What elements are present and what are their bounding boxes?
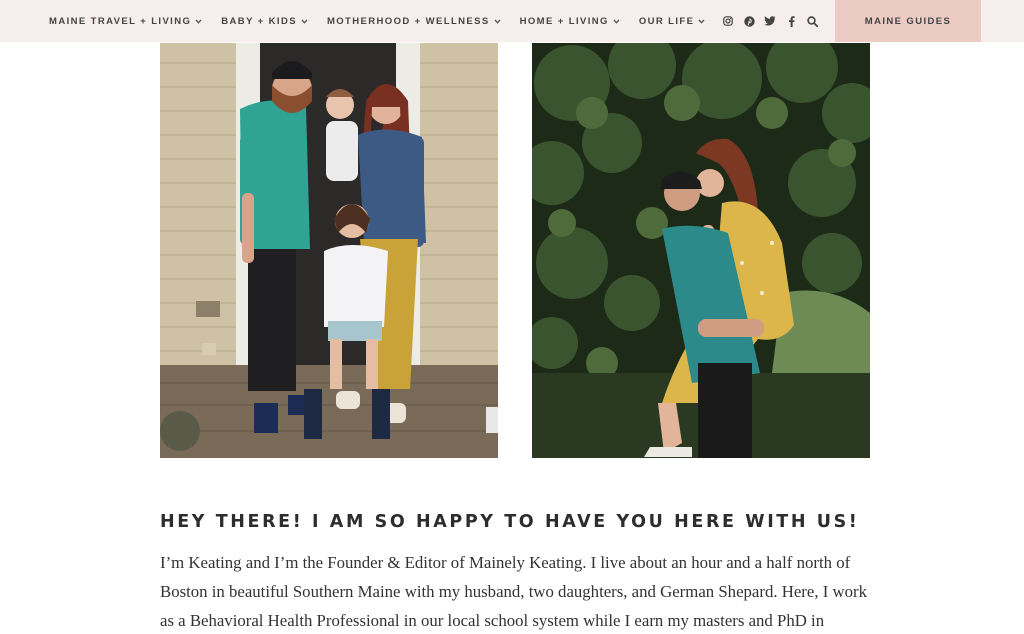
instagram-icon[interactable] (722, 15, 734, 27)
nav-item-label: MAINE TRAVEL + LIVING (49, 15, 192, 27)
maine-guides-button[interactable]: MAINE GUIDES (835, 0, 981, 42)
nav-item-label: OUR LIFE (638, 15, 695, 27)
intro-paragraph: I’m Keating and I’m the Founder & Editor… (160, 553, 868, 630)
chevron-down-icon (195, 18, 202, 25)
page-heading: HEY THERE! I AM SO HAPPY TO HAVE YOU HER… (160, 512, 860, 532)
nav-item-label: MOTHERHOOD + WELLNESS (326, 15, 490, 27)
pinterest-icon[interactable] (743, 15, 755, 27)
main-menu: MAINE TRAVEL + LIVING BABY + KIDS MOTHER… (49, 0, 724, 42)
social-links (722, 0, 827, 42)
chevron-down-icon (698, 18, 705, 25)
twitter-icon[interactable] (764, 15, 776, 27)
nav-item-baby-kids[interactable]: BABY + KIDS (221, 16, 308, 27)
nav-item-our-life[interactable]: OUR LIFE (639, 16, 706, 27)
chevron-down-icon (613, 18, 620, 25)
nav-item-maine-travel-living[interactable]: MAINE TRAVEL + LIVING (49, 16, 202, 27)
search-icon[interactable] (806, 15, 818, 27)
chevron-down-icon (494, 18, 501, 25)
nav-item-motherhood-wellness[interactable]: MOTHERHOOD + WELLNESS (327, 16, 501, 27)
chevron-down-icon (301, 18, 308, 25)
couple-photo (532, 43, 870, 458)
nav-item-label: HOME + LIVING (519, 15, 609, 27)
maine-guides-label: MAINE GUIDES (864, 15, 952, 27)
top-nav: MAINE TRAVEL + LIVING BABY + KIDS MOTHER… (0, 0, 1024, 42)
nav-item-label: BABY + KIDS (221, 15, 297, 27)
facebook-icon[interactable] (785, 15, 797, 27)
nav-item-home-living[interactable]: HOME + LIVING (520, 16, 620, 27)
family-photo (160, 43, 498, 458)
